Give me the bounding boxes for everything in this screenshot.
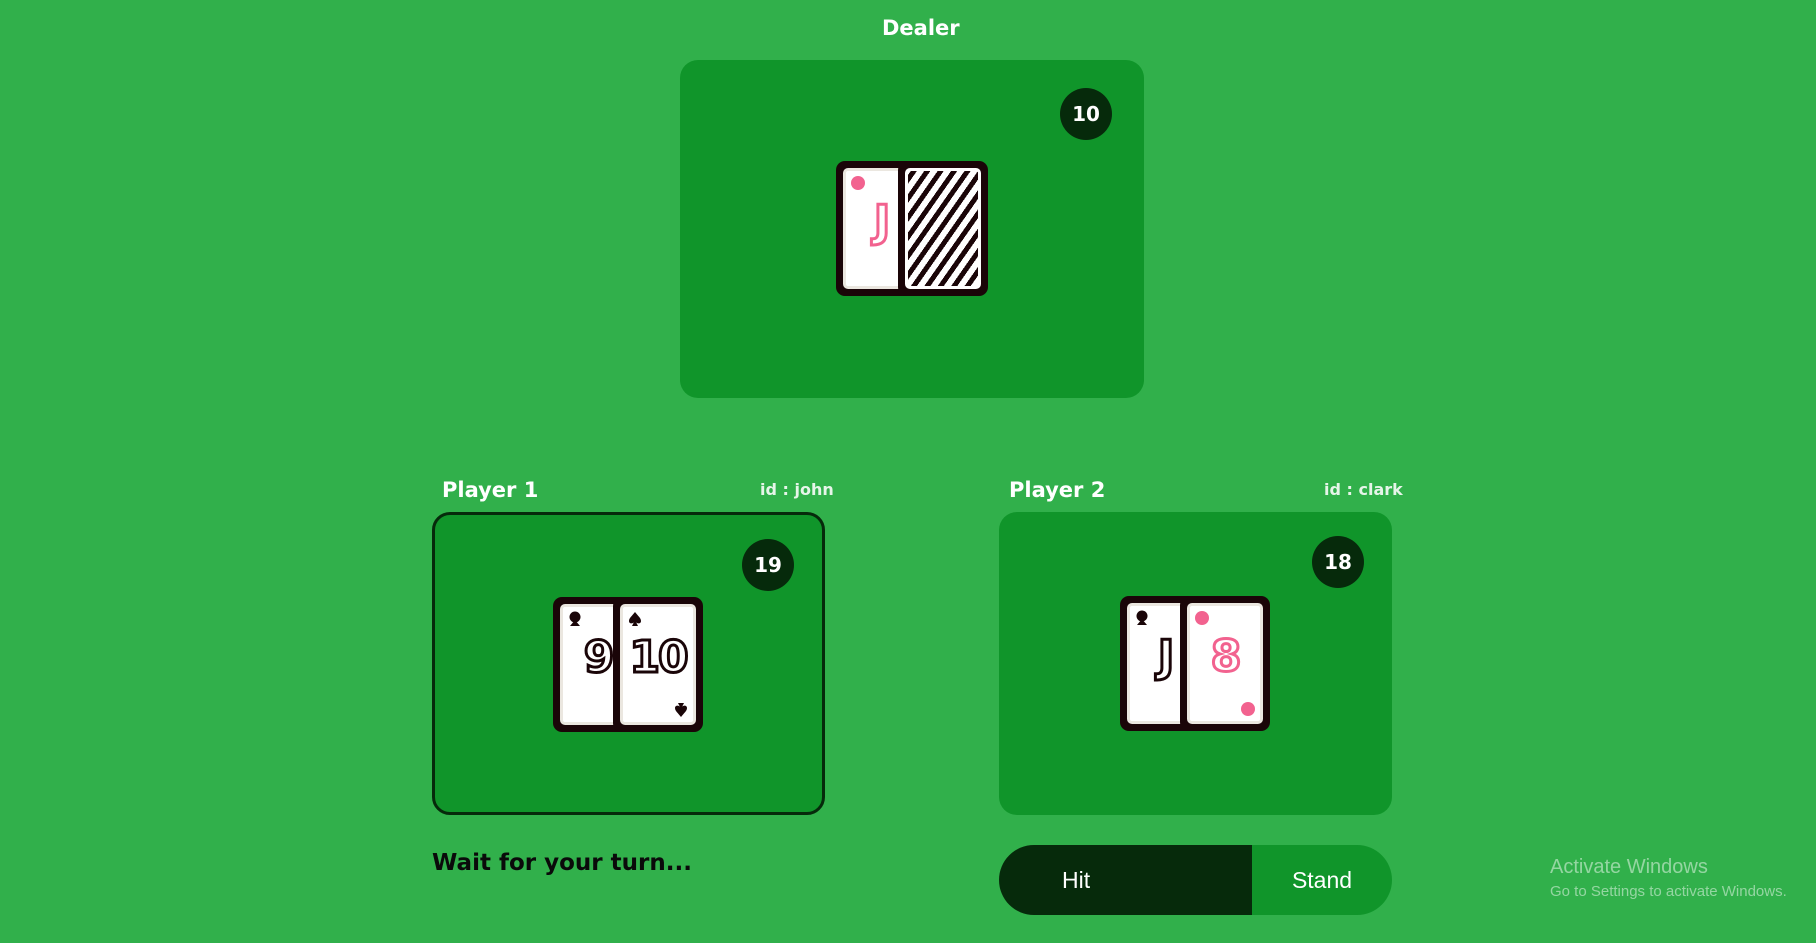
watermark-subtitle: Go to Settings to activate Windows. bbox=[1550, 883, 1787, 900]
player-2-score-badge: 18 bbox=[1312, 536, 1364, 588]
stand-button[interactable]: Stand bbox=[1252, 845, 1392, 915]
player-2-title: Player 2 bbox=[1009, 478, 1106, 502]
club-pip-icon bbox=[1136, 610, 1148, 625]
card-back-pattern bbox=[905, 168, 981, 289]
dealer-card-1-rank: J bbox=[872, 195, 892, 247]
player-2-card-2: 8 bbox=[1180, 596, 1270, 731]
player-1-id: id : john bbox=[760, 480, 834, 499]
spade-pip-icon bbox=[675, 703, 687, 717]
player-1-title: Player 1 bbox=[442, 478, 539, 502]
heart-pip-icon bbox=[1241, 702, 1255, 716]
player-1-hand: 9 10 bbox=[553, 597, 705, 732]
player-2-card-1-rank: J bbox=[1156, 630, 1176, 682]
player-2-hand: J 8 bbox=[1120, 596, 1272, 731]
activate-windows-watermark: Activate Windows Go to Settings to activ… bbox=[1550, 856, 1787, 900]
dealer-card-2-face-down bbox=[898, 161, 988, 296]
dealer-hand: J bbox=[836, 161, 988, 296]
player-2-id: id : clark bbox=[1324, 480, 1403, 499]
watermark-title: Activate Windows bbox=[1550, 856, 1708, 878]
spade-pip-icon bbox=[629, 612, 641, 626]
dealer-score-badge: 10 bbox=[1060, 88, 1112, 140]
player-1-table: 19 9 10 bbox=[432, 512, 825, 815]
heart-pip-icon bbox=[1195, 611, 1209, 625]
player-1-score-badge: 19 bbox=[742, 539, 794, 591]
card-face: 8 bbox=[1187, 603, 1263, 724]
heart-pip-icon bbox=[851, 176, 865, 190]
player-1-card-2-rank: 10 bbox=[628, 631, 690, 683]
club-pip-icon bbox=[569, 611, 581, 626]
hit-button[interactable]: Hit bbox=[999, 845, 1252, 915]
player-1-card-1-rank: 9 bbox=[582, 631, 616, 683]
player-2-table: 18 J 8 bbox=[999, 512, 1392, 815]
status-message: Wait for your turn... bbox=[432, 850, 692, 876]
card-face: 10 bbox=[620, 604, 696, 725]
player-2-card-2-rank: 8 bbox=[1209, 630, 1243, 682]
dealer-table: 10 J bbox=[680, 60, 1144, 398]
player-1-card-2: 10 bbox=[613, 597, 703, 732]
action-controls: Hit Stand bbox=[999, 845, 1392, 915]
dealer-title: Dealer bbox=[882, 16, 960, 40]
